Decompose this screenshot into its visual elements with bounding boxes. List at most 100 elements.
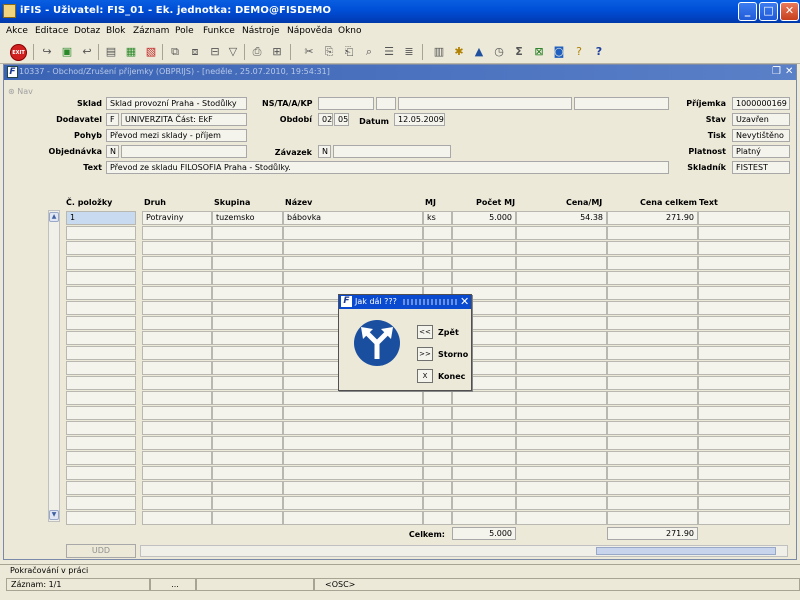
empty-grid-cell[interactable] (607, 316, 698, 330)
empty-grid-cell[interactable] (516, 391, 607, 405)
help-context-icon[interactable]: ? (572, 45, 586, 59)
empty-grid-cell[interactable] (212, 406, 283, 420)
menu-napoveda[interactable]: Nápověda (287, 26, 333, 36)
menu-pole[interactable]: Pole (175, 26, 194, 36)
empty-grid-cell[interactable] (607, 451, 698, 465)
empty-grid-cell[interactable] (607, 376, 698, 390)
empty-grid-cell[interactable] (698, 376, 790, 390)
empty-grid-cell[interactable] (607, 346, 698, 360)
search-icon[interactable]: ⌕ (362, 45, 376, 59)
empty-grid-cell[interactable] (607, 271, 698, 285)
empty-grid-cell[interactable] (516, 496, 607, 510)
query-run-icon[interactable]: ⧈ (188, 45, 202, 59)
export-icon[interactable]: ◙ (552, 45, 566, 59)
empty-grid-cell[interactable] (212, 391, 283, 405)
empty-grid-cell[interactable] (516, 241, 607, 255)
empty-grid-cell[interactable] (66, 481, 136, 495)
empty-grid-cell[interactable] (423, 436, 452, 450)
empty-grid-cell[interactable] (283, 241, 423, 255)
prijemka-field[interactable]: 1000000169 (732, 97, 790, 110)
empty-grid-cell[interactable] (607, 286, 698, 300)
empty-grid-cell[interactable] (142, 226, 212, 240)
empty-grid-cell[interactable] (142, 316, 212, 330)
datum-field[interactable]: 12.05.2009 (394, 113, 445, 126)
query-cancel-icon[interactable]: ⊟ (208, 45, 222, 59)
empty-grid-cell[interactable] (142, 496, 212, 510)
empty-grid-cell[interactable] (142, 331, 212, 345)
empty-grid-cell[interactable] (283, 391, 423, 405)
empty-grid-cell[interactable] (142, 451, 212, 465)
empty-grid-cell[interactable] (212, 451, 283, 465)
zavazek-field[interactable] (333, 145, 451, 158)
row1-celkem[interactable]: 271.90 (607, 211, 698, 225)
empty-grid-cell[interactable] (516, 466, 607, 480)
empty-grid-cell[interactable] (212, 301, 283, 315)
empty-grid-cell[interactable] (212, 496, 283, 510)
empty-grid-cell[interactable] (423, 256, 452, 270)
empty-grid-cell[interactable] (423, 391, 452, 405)
empty-grid-cell[interactable] (212, 481, 283, 495)
copy-icon[interactable]: ⎘ (322, 45, 336, 59)
empty-grid-cell[interactable] (142, 481, 212, 495)
empty-grid-cell[interactable] (283, 421, 423, 435)
exit-button[interactable]: EXIT (10, 44, 27, 61)
empty-grid-cell[interactable] (607, 511, 698, 525)
empty-grid-cell[interactable] (142, 241, 212, 255)
ta-field[interactable] (376, 97, 396, 110)
triangle-icon[interactable]: ▲ (472, 45, 486, 59)
empty-grid-cell[interactable] (698, 451, 790, 465)
empty-grid-cell[interactable] (212, 361, 283, 375)
empty-grid-cell[interactable] (698, 331, 790, 345)
empty-grid-cell[interactable] (698, 271, 790, 285)
row1-skupina[interactable]: tuzemsko (212, 211, 283, 225)
text-field[interactable]: Převod ze skladu FILOSOFIA Praha - Stodů… (106, 161, 669, 174)
maximize-button[interactable]: □ (759, 2, 778, 21)
empty-grid-cell[interactable] (607, 496, 698, 510)
nav-button[interactable]: ⊛ Nav (8, 87, 33, 96)
settings-icon[interactable]: ✱ (452, 45, 466, 59)
empty-grid-cell[interactable] (607, 331, 698, 345)
empty-grid-cell[interactable] (452, 421, 516, 435)
empty-grid-cell[interactable] (66, 346, 136, 360)
dodavatel-field[interactable]: UNIVERZITA Část: EkF (121, 113, 247, 126)
menu-akce[interactable]: Akce (6, 26, 28, 36)
row1-polozka[interactable]: 1 (66, 211, 136, 225)
empty-grid-cell[interactable] (66, 301, 136, 315)
empty-grid-cell[interactable] (142, 436, 212, 450)
empty-grid-cell[interactable] (698, 496, 790, 510)
empty-grid-cell[interactable] (142, 271, 212, 285)
empty-grid-cell[interactable] (516, 346, 607, 360)
empty-grid-cell[interactable] (698, 361, 790, 375)
empty-grid-cell[interactable] (66, 331, 136, 345)
zavazek-code-field[interactable]: N (318, 145, 331, 158)
empty-grid-cell[interactable] (698, 406, 790, 420)
empty-grid-cell[interactable] (452, 466, 516, 480)
stav-field[interactable]: Uzavřen (732, 113, 790, 126)
empty-grid-cell[interactable] (423, 511, 452, 525)
restore-icon[interactable]: ❐ (772, 66, 781, 78)
print-icon[interactable]: ⎙ (250, 45, 264, 59)
empty-grid-cell[interactable] (698, 421, 790, 435)
list-icon[interactable]: ☰ (382, 45, 396, 59)
empty-grid-cell[interactable] (66, 241, 136, 255)
empty-grid-cell[interactable] (452, 436, 516, 450)
empty-grid-cell[interactable] (516, 376, 607, 390)
empty-grid-cell[interactable] (423, 451, 452, 465)
empty-grid-cell[interactable] (142, 346, 212, 360)
empty-grid-cell[interactable] (607, 436, 698, 450)
empty-grid-cell[interactable] (698, 511, 790, 525)
empty-grid-cell[interactable] (66, 286, 136, 300)
konec-button[interactable]: X (417, 369, 433, 383)
empty-grid-cell[interactable] (423, 241, 452, 255)
empty-grid-cell[interactable] (698, 286, 790, 300)
empty-grid-cell[interactable] (212, 256, 283, 270)
empty-grid-cell[interactable] (283, 271, 423, 285)
skladnik-field[interactable]: FISTEST (732, 161, 790, 174)
empty-grid-cell[interactable] (452, 481, 516, 495)
empty-grid-cell[interactable] (607, 406, 698, 420)
empty-grid-cell[interactable] (516, 316, 607, 330)
empty-grid-cell[interactable] (516, 451, 607, 465)
empty-grid-cell[interactable] (452, 451, 516, 465)
empty-grid-cell[interactable] (698, 316, 790, 330)
scroll-thumb[interactable] (596, 547, 776, 555)
